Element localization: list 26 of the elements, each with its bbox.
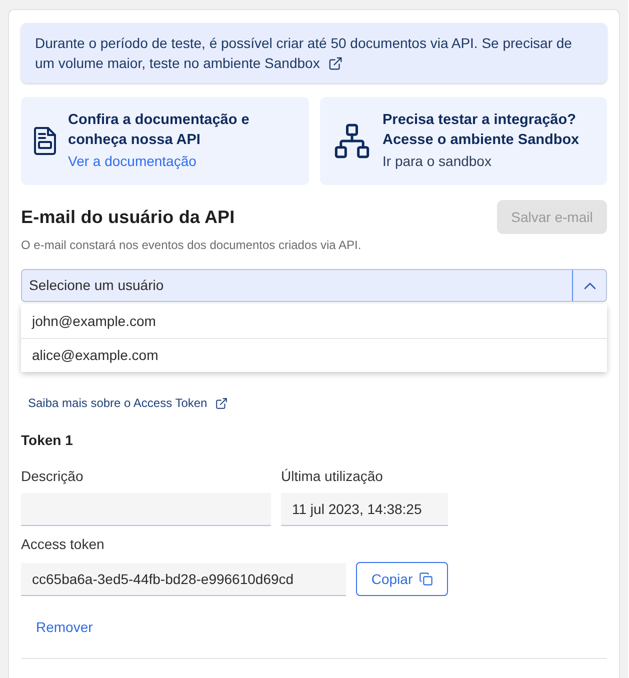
copy-icon (418, 572, 433, 586)
copy-button[interactable]: Copiar (356, 562, 448, 596)
section-title: E-mail do usuário da API (21, 206, 235, 228)
card-title: Confira a documentação e conheça nossa API (68, 111, 250, 150)
document-icon (34, 127, 56, 155)
sandbox-link[interactable]: Ir para o sandbox (382, 150, 492, 172)
remove-button[interactable]: Remover (21, 610, 108, 644)
section-hint: O e-mail constará nos eventos dos documentos criados via API. (21, 237, 362, 253)
last-used-field[interactable]: 11 jul 2023, 14:38:25 (281, 493, 448, 526)
access-token-field[interactable]: cc65ba6a-3ed5-44fb-bd28-e996610d69cd (21, 562, 346, 596)
field-label: Descrição (21, 467, 84, 486)
external-link-icon[interactable] (328, 56, 343, 70)
token-title: Token 1 (21, 431, 73, 450)
info-text: um volume maior, teste no ambiente Sandbox (35, 54, 320, 73)
dropdown-option[interactable]: john@example.com (21, 304, 607, 338)
external-link-icon[interactable] (215, 396, 228, 410)
user-select[interactable]: Selecione um usuário (21, 269, 607, 302)
access-token-link[interactable]: Saiba mais sobre o Access Token (28, 395, 208, 411)
field-label: Access token (21, 535, 104, 554)
dropdown-option[interactable]: alice@example.com (21, 338, 607, 372)
card-title: Precisa testar a integração? Acesse o ambiente Sandbox (382, 111, 580, 150)
info-text: Durante o período de teste, é possível criar até 50 documentos via API. Se precisar de (35, 34, 572, 53)
documentation-link[interactable]: Ver a documentação (68, 150, 196, 172)
network-icon (332, 122, 370, 160)
field-label: Última utilização (281, 467, 383, 486)
description-field[interactable] (21, 493, 271, 526)
